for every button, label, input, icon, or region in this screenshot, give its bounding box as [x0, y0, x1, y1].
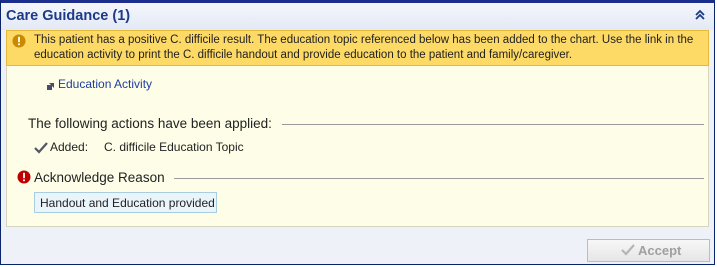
- education-activity-link[interactable]: Education Activity: [58, 77, 152, 91]
- error-icon: [17, 170, 31, 184]
- accept-button[interactable]: Accept: [587, 239, 710, 262]
- checkmark-icon: [621, 244, 635, 256]
- action-value: C. difficile Education Topic: [104, 140, 244, 154]
- action-type: Added:: [50, 140, 89, 154]
- alert-message: This patient has a positive C. difficile…: [34, 34, 694, 61]
- checkmark-icon: [34, 142, 48, 154]
- care-guidance-panel: Care Guidance (1) This patient has a pos…: [0, 0, 715, 265]
- panel-title: Care Guidance (1): [6, 8, 131, 24]
- acknowledge-heading: Acknowledge Reason: [34, 170, 165, 185]
- accept-button-label: Accept: [638, 243, 682, 258]
- link-arrow-icon: [47, 83, 54, 90]
- warning-icon: [12, 34, 26, 48]
- acknowledge-reason-option[interactable]: Handout and Education provided: [34, 192, 217, 213]
- panel-header: Care Guidance (1): [1, 3, 714, 30]
- actions-divider: [282, 124, 704, 125]
- acknowledge-divider: [174, 178, 704, 179]
- actions-heading: The following actions have been applied:: [28, 116, 272, 131]
- guidance-content: Education Activity The following actions…: [6, 66, 709, 227]
- collapse-icon[interactable]: [693, 8, 707, 22]
- alert-banner: This patient has a positive C. difficile…: [6, 30, 709, 66]
